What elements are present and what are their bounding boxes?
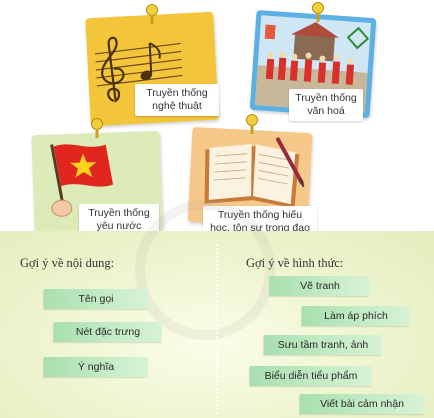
form-tag-drawing: Vẽ tranh <box>270 276 370 296</box>
form-tag-skit: Biểu diễn tiểu phẩm <box>250 366 372 386</box>
content-tag-features: Nét đặc trưng <box>54 322 162 342</box>
pin-icon <box>146 4 158 24</box>
section-divider <box>216 244 218 414</box>
pin-icon <box>246 114 258 134</box>
card-festival-label: Truyền thống văn hoá <box>289 89 363 121</box>
content-tag-meaning: Ý nghĩa <box>44 357 148 377</box>
pin-icon <box>312 2 324 22</box>
pin-icon <box>91 118 103 138</box>
content-section-title: Gợi ý về nội dung: <box>20 256 115 270</box>
form-tag-poster: Làm áp phích <box>302 306 410 326</box>
form-tag-collect-pictures: Sưu tầm tranh, ảnh <box>264 335 382 355</box>
form-tag-reflection: Viết bài cảm nhận <box>300 394 424 414</box>
content-tag-name: Tên gọi <box>44 289 148 309</box>
form-section-title: Gợi ý về hình thức: <box>246 256 344 270</box>
card-music-label: Truyền thống nghệ thuật <box>135 84 219 116</box>
